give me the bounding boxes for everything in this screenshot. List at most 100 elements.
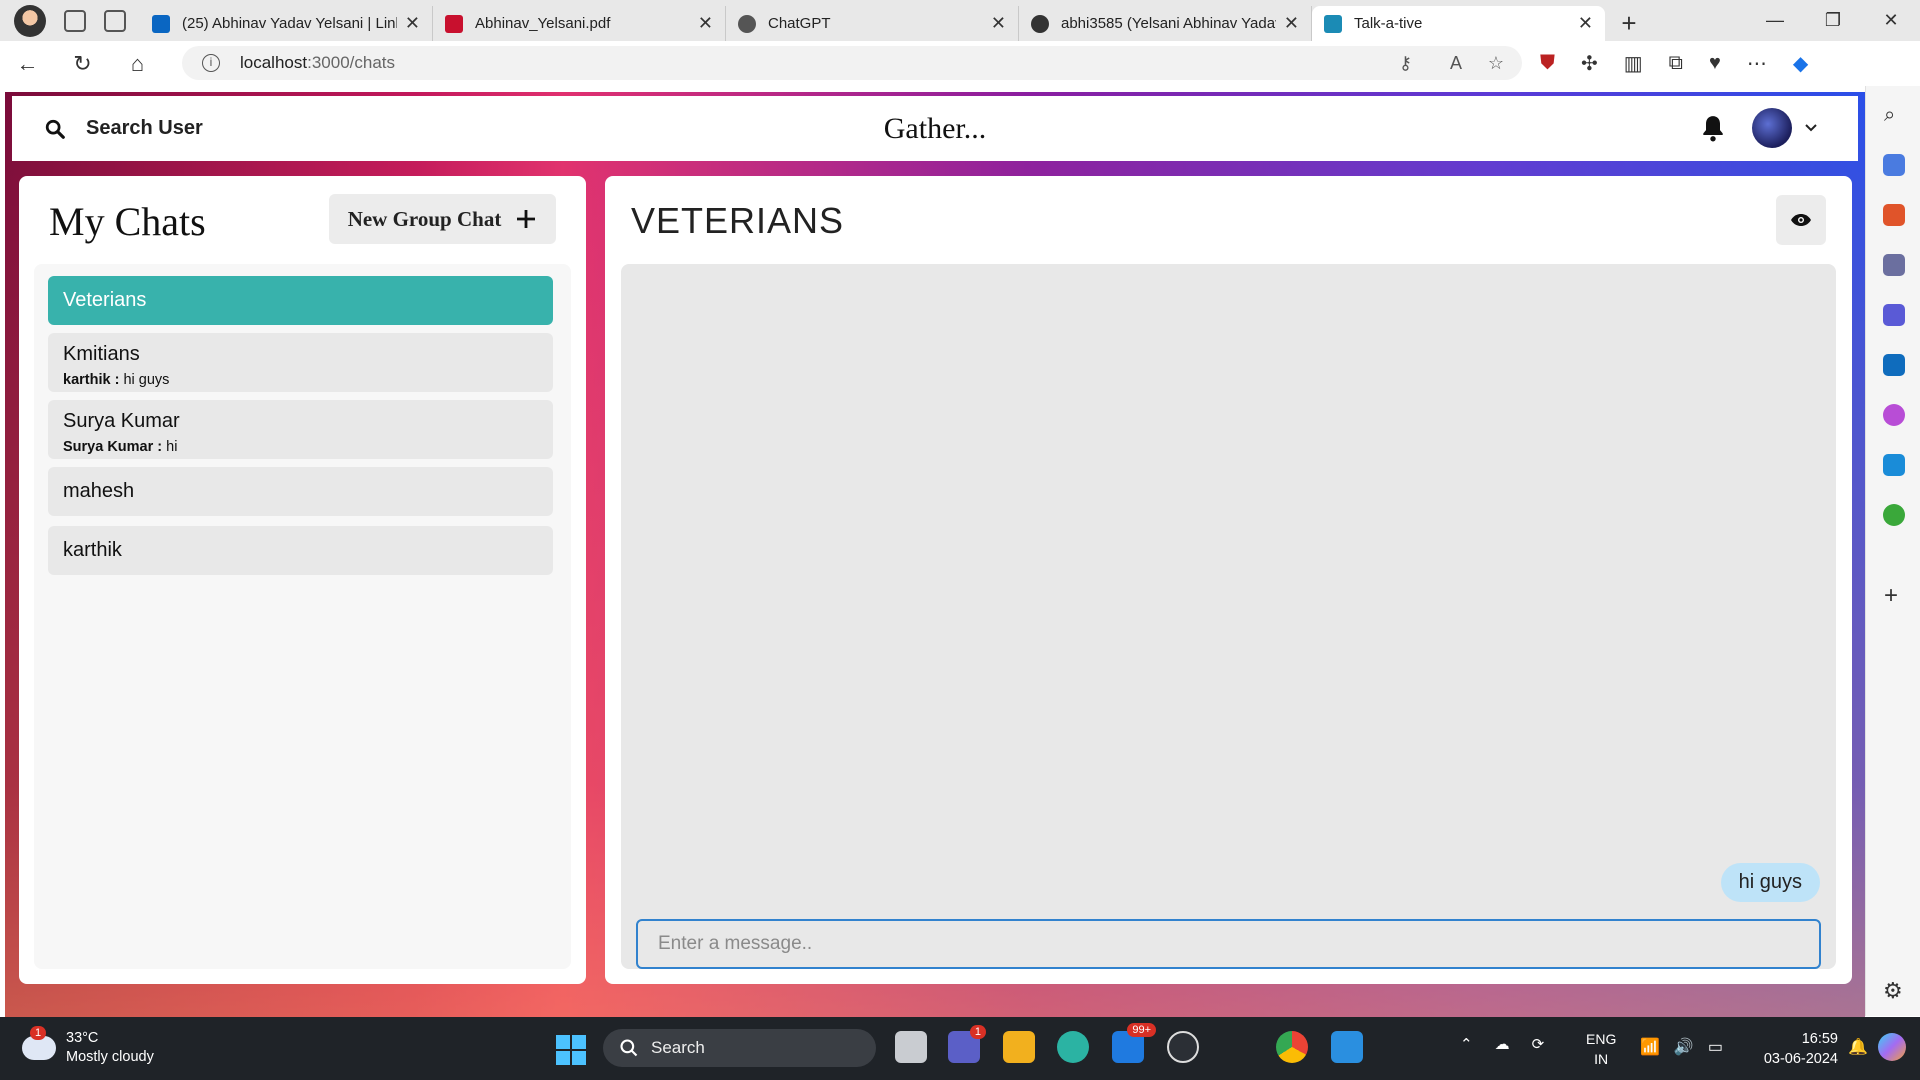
restore-icon[interactable]: ❐ [1804,0,1862,41]
profile-avatar-icon[interactable] [14,4,46,37]
sidebar-designer-icon[interactable] [1883,404,1905,426]
sync-icon[interactable]: ⟳ [1532,1035,1545,1053]
profile-menu-button[interactable] [1752,108,1818,148]
system-tray: ⌃ ☁ ⟳ [1460,1035,1544,1053]
tab-title: ChatGPT [768,15,831,32]
dell-icon[interactable] [1167,1031,1199,1063]
new-tab-button[interactable]: + [1605,6,1653,41]
view-group-details-button[interactable] [1776,195,1826,245]
close-tab-icon[interactable]: ✕ [1578,13,1593,34]
chevron-down-icon [1805,124,1817,132]
collections-icon[interactable]: ⧉ [1669,52,1683,75]
sidebar-search-icon[interactable]: ⌕ [1884,104,1895,127]
key-icon[interactable]: ⚷ [1399,53,1412,74]
date: 03-06-2024 [1763,1051,1838,1067]
chat-list-item-veterians[interactable]: Veterians [48,276,553,325]
edge-sidebar: ⌕ + ⚙ [1865,86,1920,1016]
region-code: IN [1594,1051,1609,1067]
app-page: Search User Gather... My Chats New Group… [5,92,1865,1017]
task-view-icon[interactable] [895,1031,927,1063]
screen: (25) Abhinav Yadav Yelsani | LinkedIn ✕ … [0,0,1920,1080]
sidebar-telegram-icon[interactable] [1883,454,1905,476]
chat-list-item-mahesh[interactable]: mahesh [48,467,553,516]
time: 16:59 [1801,1031,1838,1047]
quick-settings[interactable]: 📶 🔊 ▭ [1640,1037,1723,1057]
sidebar-tree-icon[interactable] [1883,504,1905,526]
language-indicator[interactable]: ENG IN [1586,1029,1616,1069]
chat-list-item-karthik[interactable]: karthik [48,526,553,575]
split-screen-icon[interactable]: ▥ [1624,51,1643,76]
search-user-label: Search User [86,117,203,139]
close-tab-icon[interactable]: ✕ [991,13,1006,34]
close-tab-icon[interactable]: ✕ [698,13,713,34]
edge-icon[interactable] [1057,1031,1089,1063]
close-tab-icon[interactable]: ✕ [1284,13,1299,34]
search-user-button[interactable]: Search User [44,117,203,140]
chat-list-item-surya-kumar[interactable]: Surya Kumar Surya Kumar : hi [48,400,553,459]
notification-icon[interactable]: 🔔 [1848,1037,1868,1057]
mail-icon[interactable]: 99+ [1112,1023,1156,1063]
onedrive-icon[interactable]: ☁ [1495,1035,1510,1053]
browser-tab-linkedin[interactable]: (25) Abhinav Yadav Yelsani | LinkedIn ✕ [140,6,433,41]
tab-actions-icon[interactable] [104,9,126,32]
back-icon[interactable]: ← [0,51,55,77]
sidebar-tag-icon[interactable] [1883,154,1905,176]
clock[interactable]: 16:59 03-06-2024 [1764,1029,1838,1069]
temperature: 33°C [66,1030,99,1046]
copilot-icon[interactable]: ◆ [1793,51,1808,76]
browser-tab-pdf[interactable]: Abhinav_Yelsani.pdf ✕ [433,6,726,41]
sidebar-office-icon[interactable] [1883,304,1905,326]
ublock-icon[interactable]: ⛊ [1540,52,1555,75]
address-bar[interactable]: i localhost:3000/chats ⚷ A ☆ [182,46,1522,80]
chevron-up-icon[interactable]: ⌃ [1460,1035,1473,1053]
start-button[interactable] [556,1035,586,1065]
site-info-icon[interactable]: i [202,54,220,72]
latest-message-sender: Surya Kumar : [63,439,163,455]
notification-bell-icon[interactable] [1700,114,1726,142]
chat-list-item-kmitians[interactable]: Kmitians karthik : hi guys [48,333,553,392]
plus-icon [517,210,536,228]
chrome-icon[interactable] [1276,1031,1308,1063]
app-brand-title: Gather... [883,111,987,145]
github-icon [1031,14,1049,33]
copilot-taskbar-icon[interactable] [1878,1033,1906,1061]
browser-tab-chatgpt[interactable]: ChatGPT ✕ [726,6,1019,41]
sidebar-add-icon[interactable]: + [1884,582,1898,610]
minimize-icon[interactable]: — [1746,0,1804,41]
new-group-chat-button[interactable]: New Group Chat [329,194,556,244]
refresh-icon[interactable]: ↻ [55,51,110,77]
workspaces-icon[interactable] [64,9,86,32]
tab-title: abhi3585 (Yelsani Abhinav Yadav) [1061,15,1276,32]
browser-tab-talkative[interactable]: Talk-a-tive ✕ [1312,6,1605,41]
browser-tab-github[interactable]: abhi3585 (Yelsani Abhinav Yadav) ✕ [1019,6,1312,41]
latest-message-sender: karthik : [63,372,120,388]
sidebar-outlook-icon[interactable] [1883,354,1905,376]
react-icon [1324,14,1342,33]
favorite-star-icon[interactable]: ☆ [1488,53,1504,74]
chat-name: karthik [63,539,122,561]
browser-essentials-icon[interactable]: ♥ [1709,52,1721,75]
more-menu-icon[interactable]: ⋯ [1747,51,1767,76]
chatgpt-icon [738,14,756,33]
message-input[interactable] [636,919,1821,969]
vscode-icon[interactable] [1331,1031,1363,1063]
taskbar-search[interactable]: Search [603,1029,876,1067]
extensions-icon[interactable]: ✣ [1581,51,1598,76]
sidebar-games-icon[interactable] [1883,254,1905,276]
volume-icon: 🔊 [1673,1039,1694,1056]
teams-icon[interactable]: 1 [948,1025,986,1063]
eye-icon [1791,214,1811,226]
sidebar-settings-icon[interactable]: ⚙ [1883,978,1903,1004]
read-aloud-icon[interactable]: A [1450,53,1462,74]
pdf-icon [445,14,463,33]
file-explorer-icon[interactable] [1003,1031,1035,1063]
battery-icon: ▭ [1707,1039,1723,1056]
window-controls: — ❐ ✕ [1746,0,1920,41]
close-window-icon[interactable]: ✕ [1862,0,1920,41]
weather-widget[interactable]: 1 33°C Mostly cloudy [22,1026,154,1067]
sidebar-tools-icon[interactable] [1883,204,1905,226]
home-icon[interactable]: ⌂ [110,51,165,77]
close-tab-icon[interactable]: ✕ [405,13,420,34]
browser-toolbar: ← ↻ ⌂ i localhost:3000/chats ⚷ A ☆ ⛊ ✣ ▥… [0,41,1920,86]
url-path: :3000/chats [307,53,396,72]
